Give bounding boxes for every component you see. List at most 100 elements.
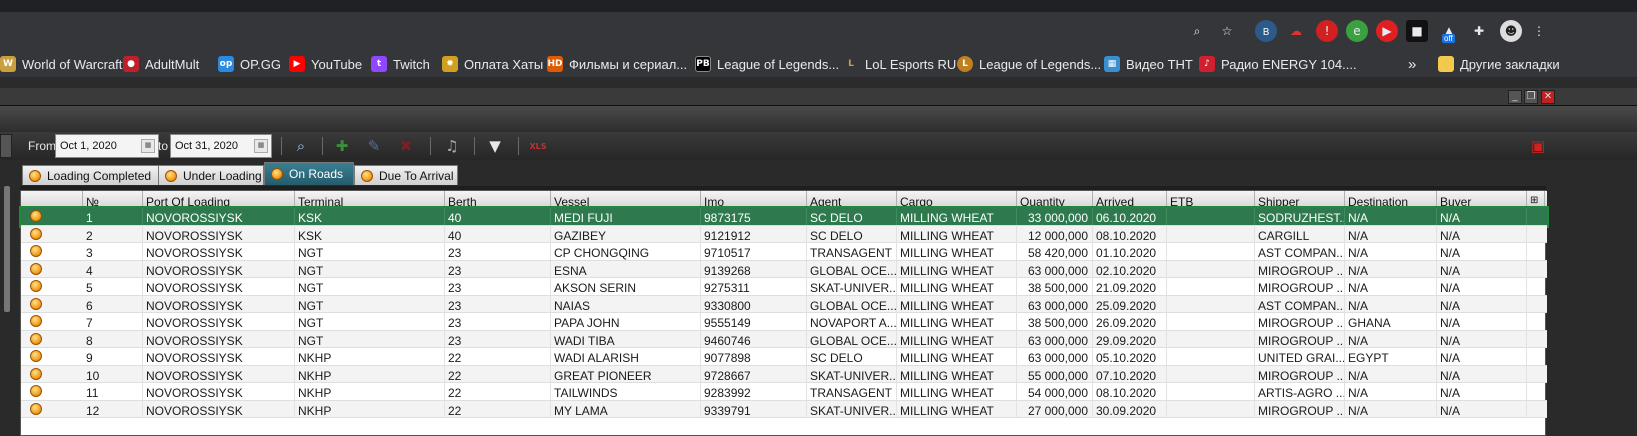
column-header[interactable]: Cargo: [897, 191, 1017, 208]
table-cell: NOVOROSSIYSK: [143, 365, 295, 383]
bookmark-6[interactable]: HD Фильмы и сериал...: [547, 55, 687, 73]
table-cell: SKAT-UNIVER...: [807, 278, 897, 295]
column-header[interactable]: Berth: [445, 191, 551, 208]
tab-label: On Roads: [289, 167, 344, 181]
column-header[interactable]: Vessel: [551, 191, 701, 208]
box-extension-icon[interactable]: ■: [1406, 20, 1428, 42]
minimize-icon[interactable]: _: [1508, 90, 1522, 104]
bookmark-10[interactable]: ▦ Видео ТНТ: [1104, 55, 1193, 73]
column-header[interactable]: №: [83, 191, 143, 208]
restore-icon[interactable]: ❐: [1524, 90, 1538, 104]
export-xlsx-icon[interactable]: XLS: [528, 136, 548, 156]
table-row[interactable]: 2 NOVOROSSIYSK KSK 40 GAZIBEY 9121912 SC DELO M…: [21, 225, 1547, 243]
table-row[interactable]: 11 NOVOROSSIYSK NKHP 22 TAILWINDS 9283992 TRAN…: [21, 383, 1547, 401]
bookmark-8[interactable]: L LoL Esports RU: [843, 55, 956, 73]
bookmark-11[interactable]: ♪ Радио ENERGY 104....: [1199, 55, 1357, 73]
toolbar-separator: [430, 137, 431, 155]
tab-due-to-arrival[interactable]: Due To Arrival: [354, 165, 458, 185]
column-header[interactable]: ETB: [1167, 191, 1255, 208]
calendar-icon[interactable]: ▦: [141, 139, 155, 153]
bookmark-7[interactable]: PB League of Legends...: [695, 55, 839, 73]
cloud-extension-icon[interactable]: ☁: [1285, 20, 1307, 42]
bookmark-3[interactable]: ▶ YouTube: [289, 55, 362, 73]
exit-icon[interactable]: ▣: [1528, 136, 1548, 156]
pb-icon: PB: [695, 56, 711, 72]
other-bookmarks-folder[interactable]: Другие закладки: [1438, 55, 1560, 73]
column-header[interactable]: Arrived: [1093, 191, 1167, 208]
table-cell: MILLING WHEAT: [897, 208, 1017, 225]
bookmark-star-icon[interactable]: ☆: [1216, 20, 1238, 42]
table-cell: ESNA: [551, 260, 701, 278]
column-header[interactable]: Port Of Loading: [143, 191, 295, 208]
tab-bar: Loading Completed Under Loading On Roads…: [0, 160, 1637, 186]
table-row[interactable]: 1 NOVOROSSIYSK KSK 40 MEDI FUJI 9873175 SC DEL…: [19, 206, 1549, 228]
bookmarks-overflow-button[interactable]: »: [1408, 55, 1416, 73]
profile-avatar-icon[interactable]: ☻: [1500, 20, 1522, 42]
delete-icon[interactable]: ✖: [396, 136, 416, 156]
table-row[interactable]: 7 NOVOROSSIYSK NGT 23 PAPA JOHN 9555149 NOVAPO…: [21, 313, 1547, 331]
column-header[interactable]: Shipper: [1255, 191, 1345, 208]
bookmark-1[interactable]: ● AdultMult: [123, 55, 199, 73]
table-row[interactable]: 3 NOVOROSSIYSK NGT 23 CP CHONGQING 9710517 TRA…: [21, 243, 1547, 261]
to-date-input[interactable]: Oct 31, 2020 ▦: [170, 134, 272, 158]
table-cell: 9710517: [701, 243, 807, 260]
table-row[interactable]: 6 NOVOROSSIYSK NGT 23 NAIAS 9330800 GLOBAL OCE…: [21, 295, 1547, 313]
column-header[interactable]: Destination: [1345, 191, 1437, 208]
tab-on-roads[interactable]: On Roads: [264, 162, 354, 185]
panel-collapse-handle[interactable]: [0, 134, 12, 158]
tab-under-loading[interactable]: Under Loading: [158, 165, 264, 185]
column-header[interactable]: Quantity: [1017, 191, 1093, 208]
zoom-icon[interactable]: ⌕: [1186, 20, 1208, 42]
evernote-extension-icon[interactable]: e: [1346, 20, 1368, 42]
menu-kebab-icon[interactable]: ⋮: [1528, 20, 1550, 42]
vk-extension-icon[interactable]: в: [1255, 20, 1277, 42]
tab-loading-completed[interactable]: Loading Completed: [22, 165, 160, 185]
table-cell: N/A: [1437, 260, 1527, 278]
column-header[interactable]: Agent: [807, 191, 897, 208]
table-cell: 22: [445, 383, 551, 400]
table-cell: 9728667: [701, 365, 807, 383]
play-extension-icon[interactable]: ▶: [1376, 20, 1398, 42]
search-icon[interactable]: ⌕: [291, 136, 311, 156]
column-header[interactable]: Buyer: [1437, 191, 1527, 208]
bookmark-0[interactable]: W World of Warcraft: [0, 55, 122, 73]
table-row[interactable]: 8 NOVOROSSIYSK NGT 23 WADI TIBA 9460746 GLOBAL…: [21, 330, 1547, 348]
close-icon[interactable]: ✕: [1541, 90, 1555, 104]
edit-pencil-icon[interactable]: ✎: [364, 136, 384, 156]
table-cell: 23: [445, 330, 551, 348]
column-chooser-icon[interactable]: ⊞: [1527, 191, 1545, 208]
table-row[interactable]: 4 NOVOROSSIYSK NGT 23 ESNA 9139268 GLOBAL OCE.…: [21, 260, 1547, 278]
bookmark-9[interactable]: L League of Legends...: [957, 55, 1101, 73]
table-cell: MILLING WHEAT: [897, 295, 1017, 313]
shield-extension-icon[interactable]: !: [1316, 20, 1338, 42]
from-date-input[interactable]: Oct 1, 2020 ▦: [55, 134, 159, 158]
filter-funnel-icon[interactable]: ▼: [485, 136, 505, 156]
table-row[interactable]: 9 NOVOROSSIYSK NKHP 22 WADI ALARISH 9077898 SC…: [21, 348, 1547, 366]
link-icon[interactable]: ♫: [442, 136, 462, 156]
bookmark-label: LoL Esports RU: [865, 56, 957, 72]
bookmark-4[interactable]: t Twitch: [371, 55, 430, 73]
column-header[interactable]: [21, 191, 83, 208]
table-row[interactable]: 12 NOVOROSSIYSK NKHP 22 MY LAMA 9339791 SKAT-U…: [21, 400, 1547, 418]
radio-icon: ♪: [1199, 56, 1215, 72]
bookmark-2[interactable]: op OP.GG: [218, 55, 281, 73]
table-cell: N/A: [1437, 400, 1527, 418]
column-header[interactable]: Imo: [701, 191, 807, 208]
table-cell: CARGILL: [1255, 225, 1345, 243]
table-row[interactable]: 10 NOVOROSSIYSK NKHP 22 GREAT PIONEER 9728667…: [21, 365, 1547, 383]
extension-badge: off: [1442, 34, 1455, 43]
table-cell: MILLING WHEAT: [897, 400, 1017, 418]
puzzle-extensions-icon[interactable]: ✚: [1468, 20, 1490, 42]
table-cell: MILLING WHEAT: [897, 313, 1017, 330]
table-cell: MILLING WHEAT: [897, 348, 1017, 365]
calendar-icon[interactable]: ▦: [254, 139, 268, 153]
bookmark-5[interactable]: ✹ Оплата Хаты: [442, 55, 543, 73]
table-cell: [1167, 225, 1255, 243]
table-row[interactable]: 5 NOVOROSSIYSK NGT 23 AKSON SERIN 9275311 SKAT…: [21, 278, 1547, 296]
table-cell: N/A: [1437, 383, 1527, 400]
table-cell: MIROGROUP ...: [1255, 330, 1345, 348]
column-header[interactable]: Terminal: [295, 191, 445, 208]
add-icon[interactable]: ✚: [332, 136, 352, 156]
left-scrollbar[interactable]: [4, 186, 10, 312]
table-cell: GAZIBEY: [551, 225, 701, 243]
